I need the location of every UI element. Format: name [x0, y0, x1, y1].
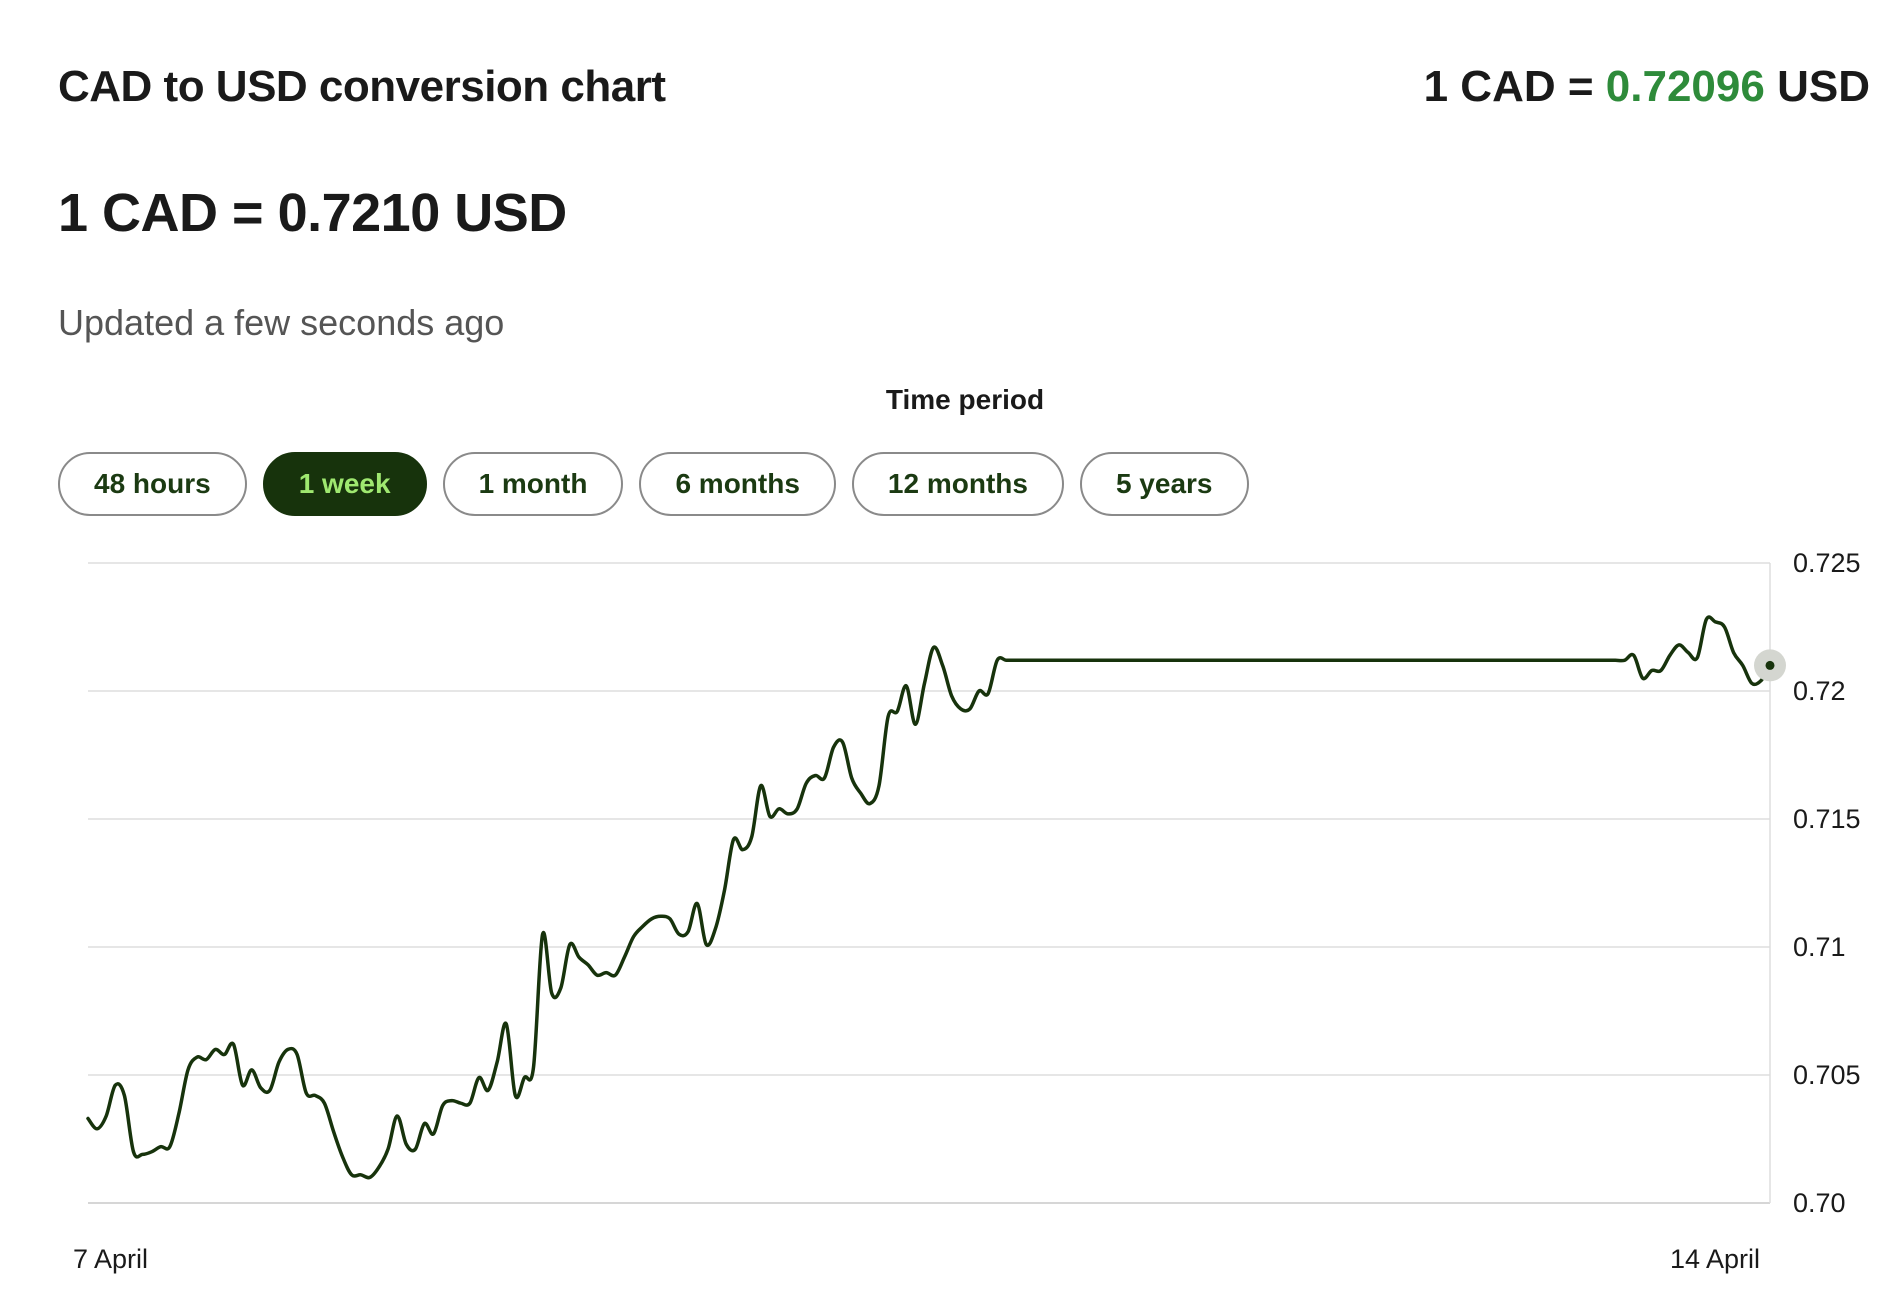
exchange-rate-chart[interactable]: 0.725 0.72 0.715 0.71 0.705 0.70 7 April 14 Ap…: [0, 530, 1878, 1296]
y-axis-ticks: 0.725 0.72 0.715 0.71 0.705 0.70: [1793, 548, 1861, 1218]
time-period-selector: 48 hours 1 week 1 month 6 months 12 mont…: [58, 452, 1249, 516]
y-tick-label: 0.715: [1793, 804, 1861, 834]
period-button-48-hours[interactable]: 48 hours: [58, 452, 247, 516]
y-tick-label: 0.72: [1793, 676, 1846, 706]
x-label-end: 14 April: [1670, 1244, 1760, 1274]
chart-title: CAD to USD conversion chart: [58, 62, 666, 111]
period-button-12-months[interactable]: 12 months: [851, 452, 1064, 516]
x-axis-labels: 7 April 14 April: [73, 1244, 1760, 1274]
period-button-5-years[interactable]: 5 years: [1079, 452, 1249, 516]
rate-suffix: USD: [1777, 62, 1870, 111]
y-tick-label: 0.705: [1793, 1060, 1861, 1090]
period-button-1-month[interactable]: 1 month: [442, 452, 624, 516]
rate-value: 0.72096: [1605, 62, 1765, 111]
rate-prefix: 1 CAD =: [1423, 62, 1594, 111]
updated-status: Updated a few seconds ago: [58, 302, 505, 343]
time-period-label: Time period: [885, 384, 1045, 415]
period-button-6-months[interactable]: 6 months: [639, 452, 836, 516]
y-tick-label: 0.70: [1793, 1188, 1846, 1218]
x-label-start: 7 April: [73, 1244, 148, 1274]
y-tick-label: 0.71: [1793, 932, 1846, 962]
current-rate-summary: 1 CAD = 0.72096 USD: [1424, 62, 1870, 112]
series-line: [86, 615, 1772, 1180]
current-point[interactable]: [1765, 660, 1775, 670]
period-button-1-week[interactable]: 1 week: [262, 452, 427, 516]
big-rate-display: 1 CAD = 0.7210 USD: [58, 183, 567, 243]
y-tick-label: 0.725: [1793, 548, 1861, 578]
